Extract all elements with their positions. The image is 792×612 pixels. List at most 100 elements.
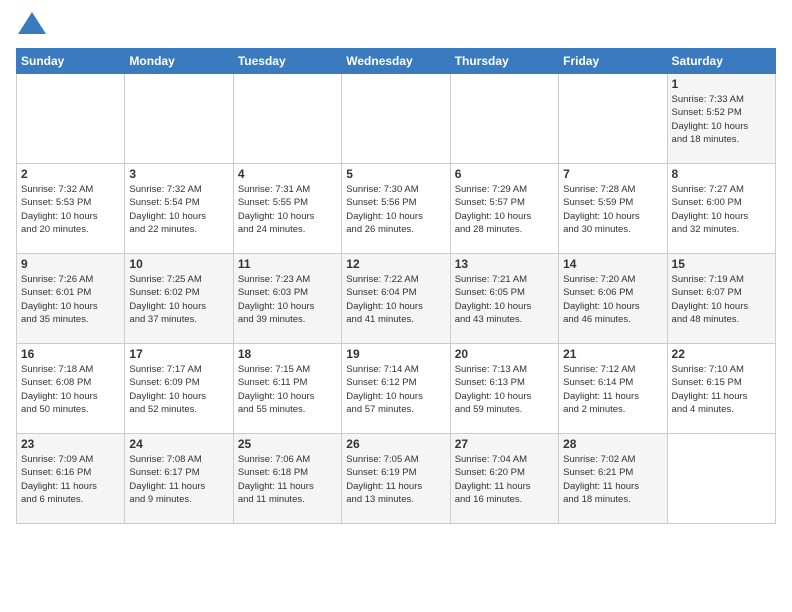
- day-info: Sunrise: 7:19 AM Sunset: 6:07 PM Dayligh…: [672, 273, 771, 326]
- day-number: 25: [238, 437, 337, 451]
- day-info: Sunrise: 7:05 AM Sunset: 6:19 PM Dayligh…: [346, 453, 445, 506]
- day-info: Sunrise: 7:29 AM Sunset: 5:57 PM Dayligh…: [455, 183, 554, 236]
- calendar-cell: 12 Sunrise: 7:22 AM Sunset: 6:04 PM Dayli…: [342, 254, 450, 344]
- day-number: 11: [238, 257, 337, 271]
- calendar-cell: 18 Sunrise: 7:15 AM Sunset: 6:11 PM Dayli…: [233, 344, 341, 434]
- header-friday: Friday: [559, 49, 667, 74]
- calendar-cell: [450, 74, 558, 164]
- calendar-cell: [559, 74, 667, 164]
- day-number: 12: [346, 257, 445, 271]
- day-info: Sunrise: 7:13 AM Sunset: 6:13 PM Dayligh…: [455, 363, 554, 416]
- logo-icon: [18, 12, 46, 34]
- header-thursday: Thursday: [450, 49, 558, 74]
- day-info: Sunrise: 7:30 AM Sunset: 5:56 PM Dayligh…: [346, 183, 445, 236]
- day-number: 28: [563, 437, 662, 451]
- day-number: 6: [455, 167, 554, 181]
- day-number: 1: [672, 77, 771, 91]
- day-info: Sunrise: 7:20 AM Sunset: 6:06 PM Dayligh…: [563, 273, 662, 326]
- day-number: 24: [129, 437, 228, 451]
- day-info: Sunrise: 7:04 AM Sunset: 6:20 PM Dayligh…: [455, 453, 554, 506]
- calendar-cell: [125, 74, 233, 164]
- day-number: 16: [21, 347, 120, 361]
- calendar-cell: 4 Sunrise: 7:31 AM Sunset: 5:55 PM Daylig…: [233, 164, 341, 254]
- calendar-cell: 7 Sunrise: 7:28 AM Sunset: 5:59 PM Daylig…: [559, 164, 667, 254]
- calendar-cell: 13Sunrise: 7:21 AM Sunset: 6:05 PM Dayli…: [450, 254, 558, 344]
- day-info: Sunrise: 7:28 AM Sunset: 5:59 PM Dayligh…: [563, 183, 662, 236]
- day-number: 27: [455, 437, 554, 451]
- calendar-cell: 22 Sunrise: 7:10 AM Sunset: 6:15 PM Dayli…: [667, 344, 775, 434]
- day-number: 7: [563, 167, 662, 181]
- header-tuesday: Tuesday: [233, 49, 341, 74]
- header-sunday: Sunday: [17, 49, 125, 74]
- calendar-cell: 14 Sunrise: 7:20 AM Sunset: 6:06 PM Dayli…: [559, 254, 667, 344]
- day-number: 3: [129, 167, 228, 181]
- calendar-cell: 2 Sunrise: 7:32 AM Sunset: 5:53 PM Daylig…: [17, 164, 125, 254]
- day-info: Sunrise: 7:23 AM Sunset: 6:03 PM Dayligh…: [238, 273, 337, 326]
- day-info: Sunrise: 7:32 AM Sunset: 5:54 PM Dayligh…: [129, 183, 228, 236]
- calendar-cell: 17 Sunrise: 7:17 AM Sunset: 6:09 PM Dayli…: [125, 344, 233, 434]
- day-info: Sunrise: 7:27 AM Sunset: 6:00 PM Dayligh…: [672, 183, 771, 236]
- day-info: Sunrise: 7:25 AM Sunset: 6:02 PM Dayligh…: [129, 273, 228, 326]
- day-number: 10: [129, 257, 228, 271]
- calendar-week-0: 1 Sunrise: 7:33 AM Sunset: 5:52 PM Daylig…: [17, 74, 776, 164]
- calendar-cell: [342, 74, 450, 164]
- header-monday: Monday: [125, 49, 233, 74]
- calendar-cell: 27 Sunrise: 7:04 AM Sunset: 6:20 PM Dayli…: [450, 434, 558, 524]
- day-number: 18: [238, 347, 337, 361]
- calendar-cell: 10 Sunrise: 7:25 AM Sunset: 6:02 PM Dayli…: [125, 254, 233, 344]
- header-saturday: Saturday: [667, 49, 775, 74]
- calendar-cell: 6 Sunrise: 7:29 AM Sunset: 5:57 PM Daylig…: [450, 164, 558, 254]
- page-header: [16, 16, 776, 38]
- calendar-week-2: 9Sunrise: 7:26 AM Sunset: 6:01 PM Daylig…: [17, 254, 776, 344]
- day-info: Sunrise: 7:10 AM Sunset: 6:15 PM Dayligh…: [672, 363, 771, 416]
- day-number: 22: [672, 347, 771, 361]
- calendar-cell: 15 Sunrise: 7:19 AM Sunset: 6:07 PM Dayli…: [667, 254, 775, 344]
- day-info: Sunrise: 7:14 AM Sunset: 6:12 PM Dayligh…: [346, 363, 445, 416]
- day-number: 9: [21, 257, 120, 271]
- day-number: 5: [346, 167, 445, 181]
- calendar-cell: [17, 74, 125, 164]
- day-number: 13: [455, 257, 554, 271]
- calendar-week-1: 2 Sunrise: 7:32 AM Sunset: 5:53 PM Daylig…: [17, 164, 776, 254]
- day-info: Sunrise: 7:15 AM Sunset: 6:11 PM Dayligh…: [238, 363, 337, 416]
- day-info: Sunrise: 7:12 AM Sunset: 6:14 PM Dayligh…: [563, 363, 662, 416]
- calendar-cell: [233, 74, 341, 164]
- calendar-cell: 24 Sunrise: 7:08 AM Sunset: 6:17 PM Dayli…: [125, 434, 233, 524]
- day-info: Sunrise: 7:06 AM Sunset: 6:18 PM Dayligh…: [238, 453, 337, 506]
- calendar-cell: 28 Sunrise: 7:02 AM Sunset: 6:21 PM Dayli…: [559, 434, 667, 524]
- day-info: Sunrise: 7:02 AM Sunset: 6:21 PM Dayligh…: [563, 453, 662, 506]
- header-wednesday: Wednesday: [342, 49, 450, 74]
- calendar-cell: 3 Sunrise: 7:32 AM Sunset: 5:54 PM Daylig…: [125, 164, 233, 254]
- day-info: Sunrise: 7:22 AM Sunset: 6:04 PM Dayligh…: [346, 273, 445, 326]
- day-info: Sunrise: 7:09 AM Sunset: 6:16 PM Dayligh…: [21, 453, 120, 506]
- calendar-cell: [667, 434, 775, 524]
- calendar-cell: 8 Sunrise: 7:27 AM Sunset: 6:00 PM Daylig…: [667, 164, 775, 254]
- day-number: 23: [21, 437, 120, 451]
- calendar-cell: 23 Sunrise: 7:09 AM Sunset: 6:16 PM Dayli…: [17, 434, 125, 524]
- day-info: Sunrise: 7:31 AM Sunset: 5:55 PM Dayligh…: [238, 183, 337, 236]
- day-number: 17: [129, 347, 228, 361]
- calendar-cell: 9Sunrise: 7:26 AM Sunset: 6:01 PM Daylig…: [17, 254, 125, 344]
- day-info: Sunrise: 7:08 AM Sunset: 6:17 PM Dayligh…: [129, 453, 228, 506]
- calendar-cell: 25 Sunrise: 7:06 AM Sunset: 6:18 PM Dayli…: [233, 434, 341, 524]
- calendar-week-3: 16 Sunrise: 7:18 AM Sunset: 6:08 PM Dayli…: [17, 344, 776, 434]
- day-number: 4: [238, 167, 337, 181]
- calendar-cell: 19Sunrise: 7:14 AM Sunset: 6:12 PM Dayli…: [342, 344, 450, 434]
- day-number: 26: [346, 437, 445, 451]
- day-info: Sunrise: 7:17 AM Sunset: 6:09 PM Dayligh…: [129, 363, 228, 416]
- day-number: 21: [563, 347, 662, 361]
- day-number: 15: [672, 257, 771, 271]
- day-info: Sunrise: 7:33 AM Sunset: 5:52 PM Dayligh…: [672, 93, 771, 146]
- day-number: 2: [21, 167, 120, 181]
- calendar-cell: 1 Sunrise: 7:33 AM Sunset: 5:52 PM Daylig…: [667, 74, 775, 164]
- day-number: 8: [672, 167, 771, 181]
- day-number: 14: [563, 257, 662, 271]
- day-info: Sunrise: 7:32 AM Sunset: 5:53 PM Dayligh…: [21, 183, 120, 236]
- calendar-table: SundayMondayTuesdayWednesdayThursdayFrid…: [16, 48, 776, 524]
- calendar-header-row: SundayMondayTuesdayWednesdayThursdayFrid…: [17, 49, 776, 74]
- day-info: Sunrise: 7:18 AM Sunset: 6:08 PM Dayligh…: [21, 363, 120, 416]
- calendar-week-4: 23 Sunrise: 7:09 AM Sunset: 6:16 PM Dayli…: [17, 434, 776, 524]
- calendar-cell: 21 Sunrise: 7:12 AM Sunset: 6:14 PM Dayli…: [559, 344, 667, 434]
- calendar-cell: 11 Sunrise: 7:23 AM Sunset: 6:03 PM Dayli…: [233, 254, 341, 344]
- calendar-cell: 5 Sunrise: 7:30 AM Sunset: 5:56 PM Daylig…: [342, 164, 450, 254]
